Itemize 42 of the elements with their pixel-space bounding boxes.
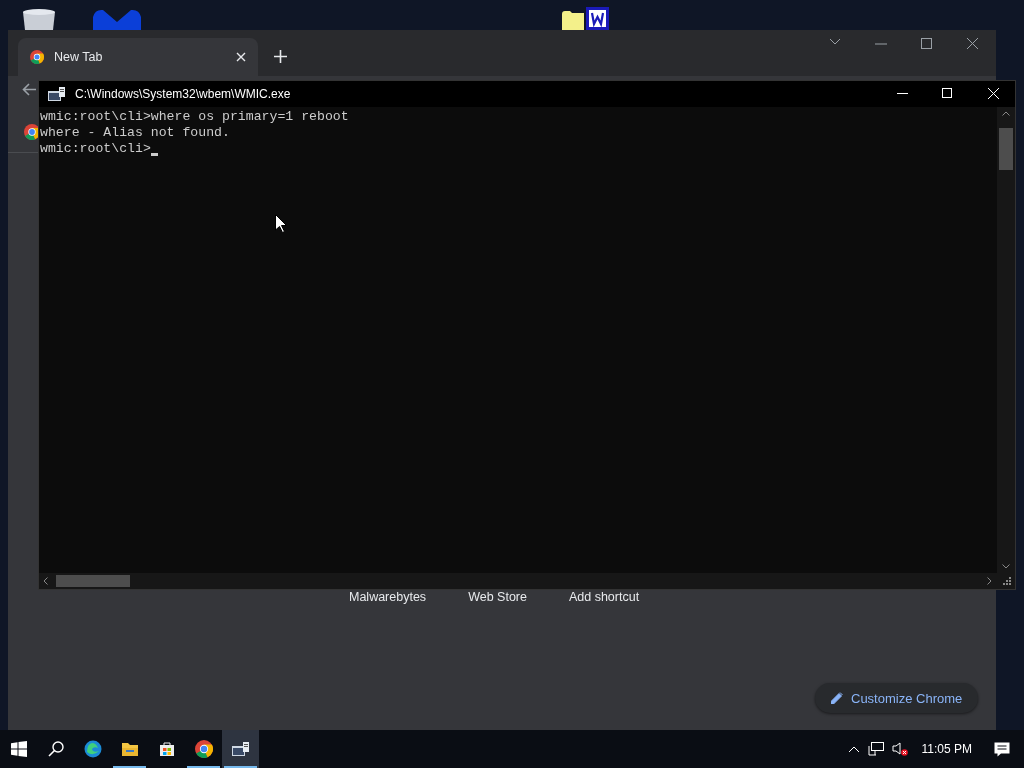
search-icon bbox=[47, 741, 64, 757]
back-arrow-icon[interactable] bbox=[22, 83, 36, 96]
network-icon[interactable] bbox=[867, 742, 884, 756]
scroll-left-icon[interactable] bbox=[43, 577, 48, 585]
chevron-down-icon[interactable] bbox=[829, 38, 841, 46]
console-line: where - Alias not found. bbox=[40, 125, 230, 141]
new-tab-icon[interactable] bbox=[274, 50, 287, 63]
chrome-icon bbox=[30, 50, 44, 64]
store-bag-icon bbox=[158, 741, 175, 757]
window-title: C:\Windows\System32\wbem\WMIC.exe bbox=[75, 87, 291, 101]
horizontal-scrollbar[interactable] bbox=[39, 573, 1015, 589]
shortcut-label[interactable]: Web Store bbox=[468, 590, 527, 604]
shortcut-label[interactable]: Add shortcut bbox=[568, 590, 640, 604]
windows-logo-icon bbox=[10, 741, 27, 757]
browser-tab[interactable]: New Tab bbox=[18, 38, 258, 76]
console-icon bbox=[230, 741, 251, 757]
folder-icon bbox=[120, 741, 139, 757]
console-line: wmic:root\cli> bbox=[40, 141, 151, 157]
clock[interactable]: 11:05 PM bbox=[921, 742, 972, 756]
notification-icon[interactable] bbox=[994, 741, 1010, 757]
resize-grip-icon[interactable] bbox=[1003, 577, 1011, 585]
chevron-up-icon[interactable] bbox=[847, 745, 860, 753]
mouse-pointer-icon bbox=[275, 214, 287, 233]
scroll-right-icon[interactable] bbox=[987, 577, 992, 585]
word-document-icon[interactable] bbox=[586, 7, 609, 30]
scroll-thumb[interactable] bbox=[56, 575, 130, 587]
folder-icon[interactable] bbox=[562, 8, 584, 30]
pencil-icon bbox=[831, 692, 843, 704]
recycle-bin-icon[interactable] bbox=[20, 8, 58, 30]
muted-speaker-icon[interactable] bbox=[891, 742, 908, 756]
shortcut-label[interactable]: Malwarebytes bbox=[349, 590, 427, 604]
customize-chrome-button[interactable]: Customize Chrome bbox=[815, 683, 979, 713]
console-icon bbox=[47, 86, 67, 102]
chrome-icon bbox=[194, 740, 213, 758]
console-line: wmic:root\cli>where os primary=1 reboot bbox=[40, 109, 349, 125]
scroll-thumb[interactable] bbox=[999, 128, 1013, 170]
text-cursor bbox=[150, 153, 158, 156]
scroll-up-icon[interactable] bbox=[1002, 111, 1010, 116]
edge-icon bbox=[83, 740, 102, 758]
scroll-down-icon[interactable] bbox=[1002, 564, 1010, 569]
taskbar-app-button[interactable] bbox=[222, 730, 259, 768]
vertical-scrollbar[interactable] bbox=[997, 107, 1015, 573]
